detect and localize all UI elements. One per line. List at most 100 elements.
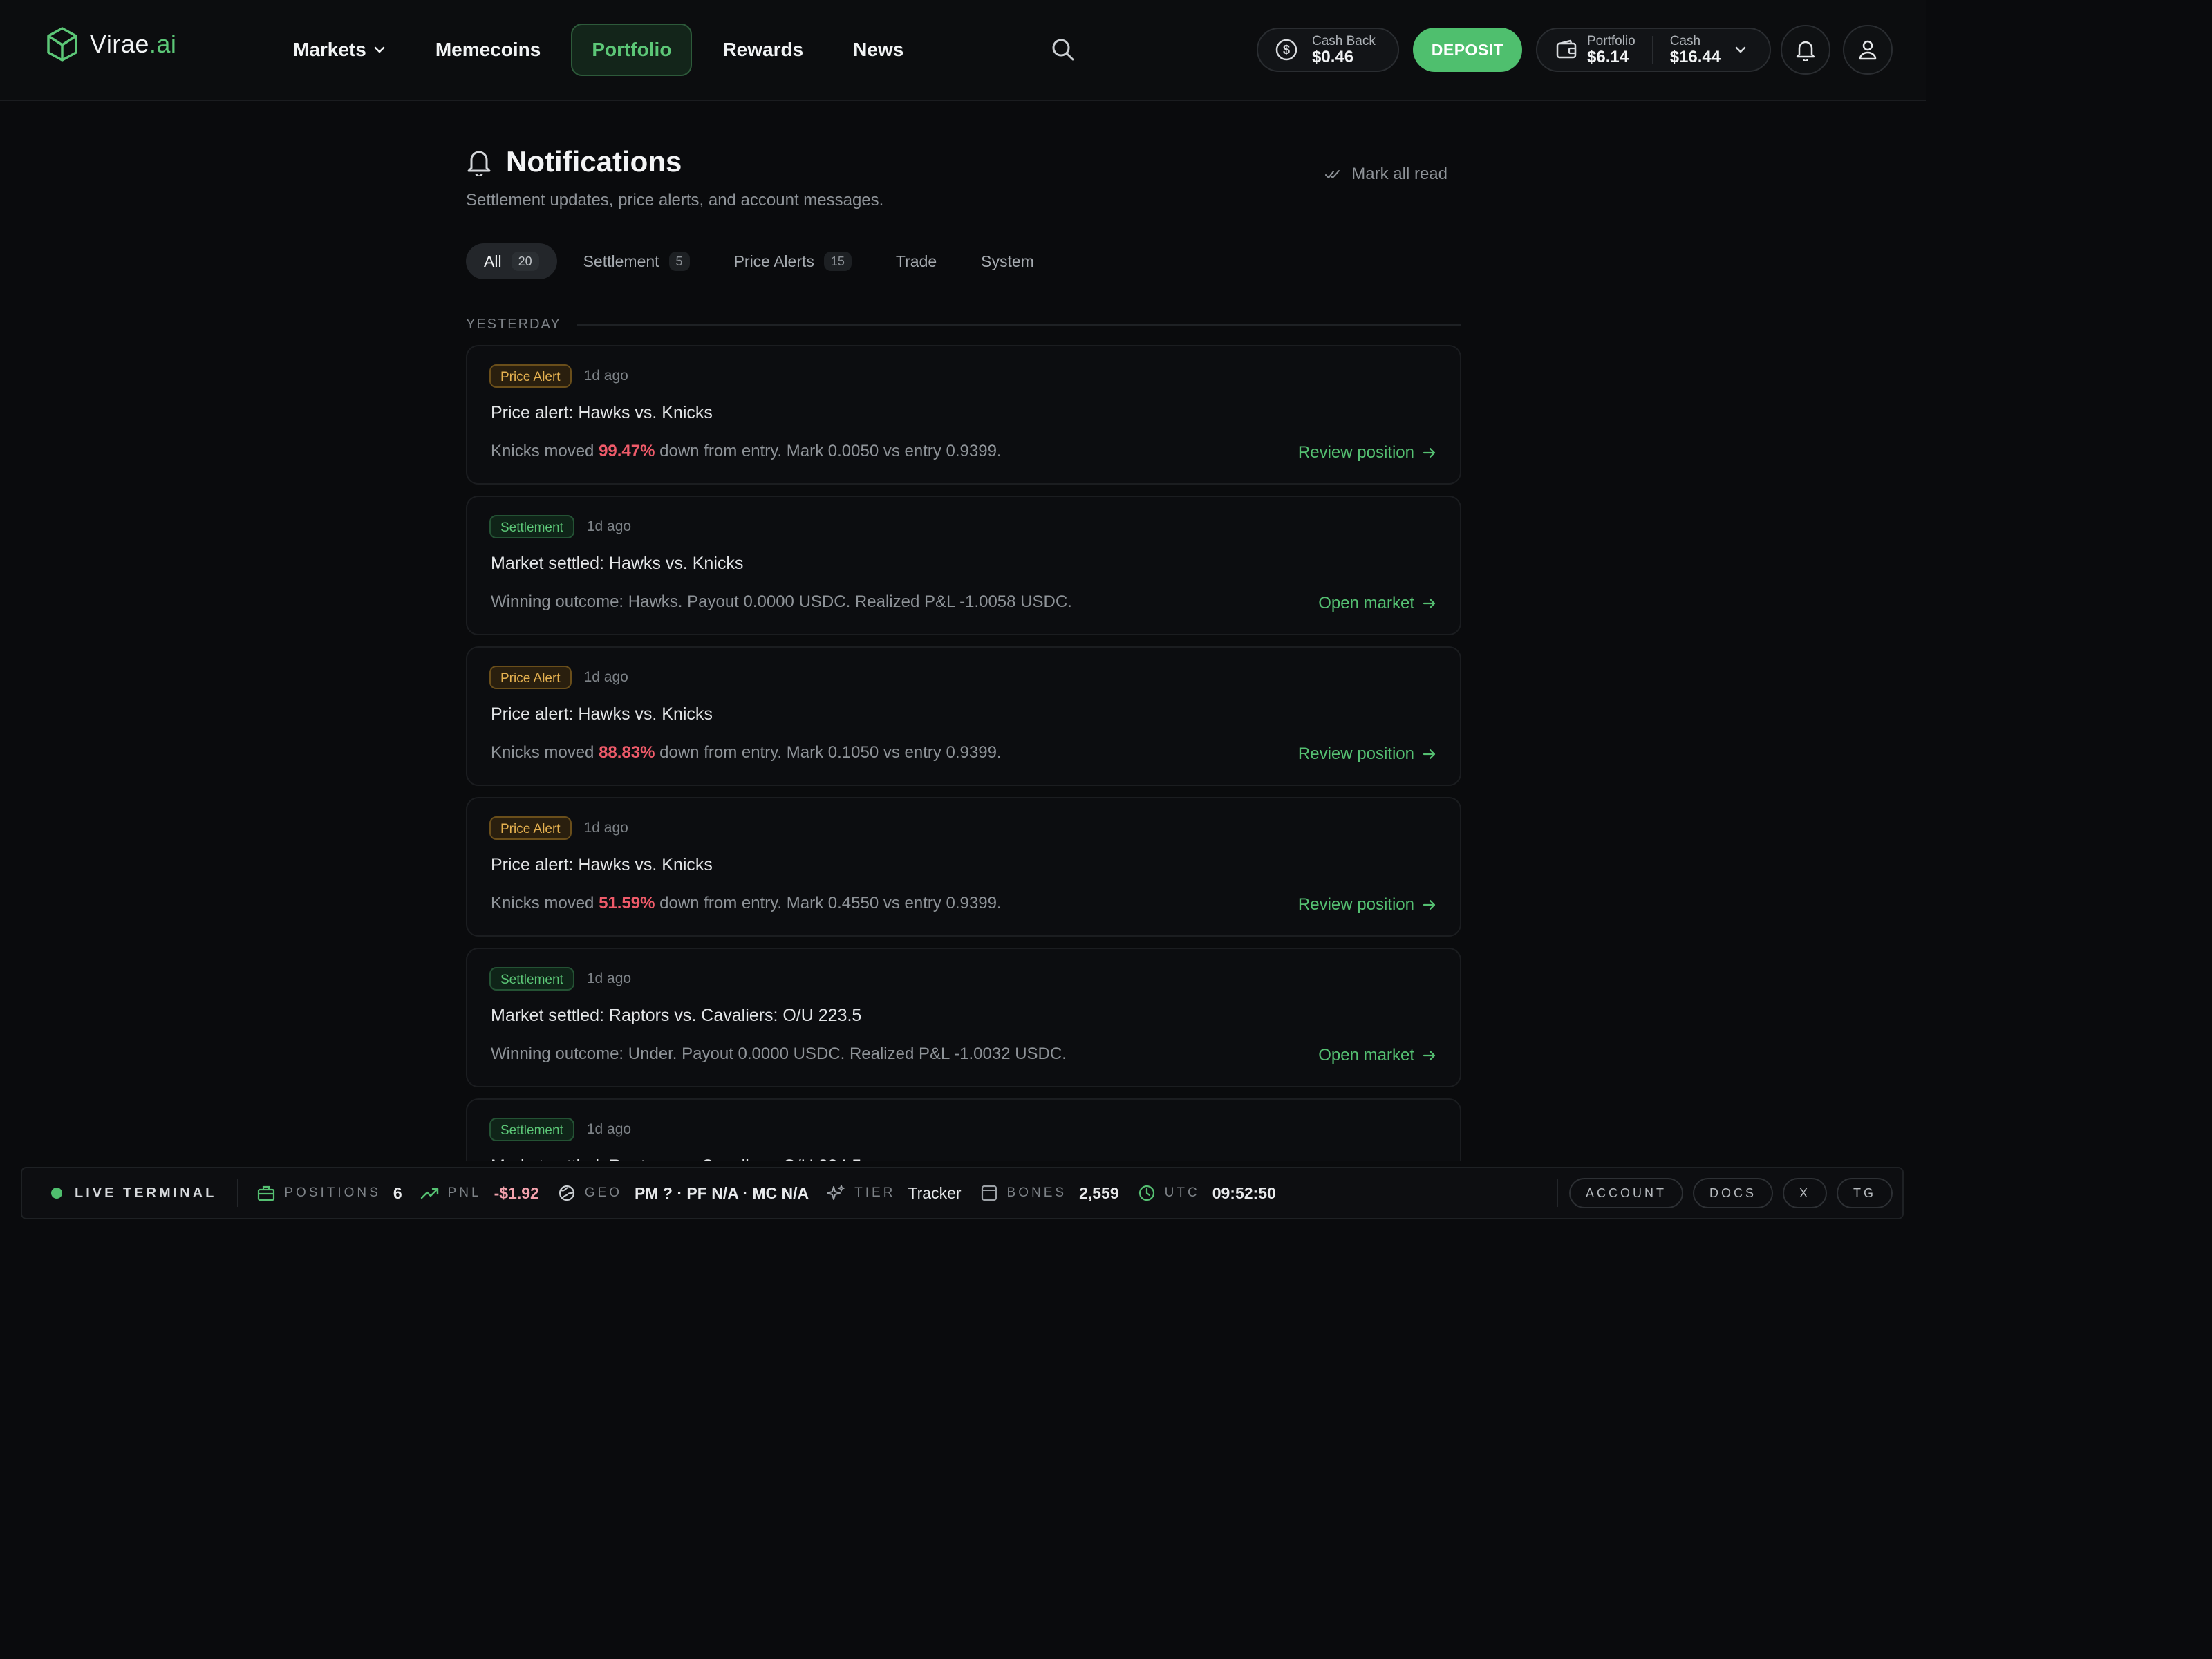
notification-card[interactable]: Price Alert 1d ago Price alert: Hawks vs. … [466, 797, 1461, 937]
account-link-button[interactable]: ACCOUNT [1568, 1178, 1683, 1208]
wallet-icon [1556, 39, 1577, 59]
globe-icon [559, 1185, 574, 1201]
notification-card[interactable]: Settlement 1d ago Market settled: Raptors … [466, 948, 1461, 1087]
sparkles-icon [827, 1185, 845, 1200]
notification-card[interactable]: Price Alert 1d ago Price alert: Hawks vs. … [466, 345, 1461, 485]
notification-title: Market settled: Raptors vs. Cavaliers: O… [491, 1156, 861, 1161]
nav-markets-label: Markets [293, 39, 366, 60]
cash-label: Cash [1669, 33, 1701, 48]
deposit-button[interactable]: DEPOSIT [1413, 28, 1522, 72]
price-alert-badge: Price Alert [489, 816, 572, 840]
price-alert-badge: Price Alert [489, 666, 572, 689]
settlement-badge: Settlement [489, 515, 574, 538]
arrow-right-icon [1423, 749, 1436, 760]
filter-tab-settlement[interactable]: Settlement 5 [565, 243, 708, 279]
review-position-link[interactable]: Review position [1298, 744, 1436, 764]
status-pnl[interactable]: PNL -$1.92 [420, 1184, 539, 1203]
pnl-value: -$1.92 [494, 1183, 539, 1202]
open-market-link[interactable]: Open market [1318, 594, 1436, 613]
notification-meta: Settlement 1d ago [489, 1118, 631, 1141]
notification-body: Knicks moved 99.47% down from entry. Mar… [491, 442, 1002, 461]
status-geo[interactable]: GEO PM ? · PF N/A · MC N/A [557, 1184, 809, 1203]
body-text: down from entry. Mark 0.4550 vs entry 0.… [655, 894, 1002, 912]
main-nav: Markets Memecoins Portfolio Rewards News [274, 24, 934, 76]
body-text: down from entry. Mark 0.0050 vs entry 0.… [655, 442, 1002, 460]
review-position-link[interactable]: Review position [1298, 895, 1436, 915]
status-bones[interactable]: BONES 2,559 [980, 1184, 1119, 1203]
status-divider [237, 1179, 239, 1207]
notification-time: 1d ago [583, 669, 628, 685]
account-button[interactable] [1843, 25, 1893, 75]
percent-change: 51.59% [599, 894, 655, 912]
top-navigation: Virae.ai Markets Memecoins Portfolio Rew… [0, 0, 1926, 101]
page-header: Notifications Settlement updates, price … [466, 145, 1461, 214]
notification-card[interactable]: Settlement 1d ago Market settled: Raptors … [466, 1098, 1461, 1161]
notification-time: 1d ago [586, 518, 632, 534]
action-label: Open market [1318, 594, 1414, 612]
mark-all-read-button[interactable]: Mark all read [1325, 165, 1447, 184]
wallet-balance-pill[interactable]: Portfolio $6.14 Cash $16.44 [1536, 28, 1771, 72]
settlement-badge: Settlement [489, 967, 574, 991]
live-dot-icon [51, 1188, 62, 1199]
arrow-right-icon [1423, 1050, 1436, 1061]
wallet-divider [1651, 36, 1653, 64]
filter-label: System [981, 252, 1034, 270]
filter-tab-trade[interactable]: Trade [878, 243, 955, 279]
status-tier[interactable]: TIER Tracker [827, 1183, 962, 1203]
arrow-right-icon [1423, 899, 1436, 910]
action-label: Open market [1318, 1046, 1414, 1065]
cashback-pill[interactable]: $ Cash Back $0.46 [1257, 28, 1399, 72]
brand-name: Virae.ai [90, 30, 177, 58]
briefcase-icon [258, 1185, 275, 1201]
user-icon [1859, 40, 1877, 60]
notification-title: Price alert: Hawks vs. Knicks [491, 704, 713, 724]
nav-memecoins[interactable]: Memecoins [416, 24, 561, 76]
notification-title: Price alert: Hawks vs. Knicks [491, 403, 713, 422]
notification-meta: Price Alert 1d ago [489, 816, 628, 840]
status-divider [1556, 1179, 1558, 1207]
live-terminal-label: LIVE TERMINAL [75, 1185, 217, 1201]
page-subtitle: Settlement updates, price alerts, and ac… [466, 191, 884, 209]
docs-link-button[interactable]: DOCS [1692, 1178, 1773, 1208]
percent-change: 99.47% [599, 442, 655, 460]
nav-portfolio[interactable]: Portfolio [571, 24, 693, 76]
notification-body: Knicks moved 88.83% down from entry. Mar… [491, 743, 1002, 762]
bell-icon [467, 151, 491, 176]
search-icon[interactable] [1049, 36, 1077, 64]
filter-tab-price-alerts[interactable]: Price Alerts 15 [716, 243, 870, 279]
notifications-button[interactable] [1781, 25, 1830, 75]
clock-icon [1138, 1185, 1154, 1201]
x-link-button[interactable]: X [1782, 1178, 1827, 1208]
tier-value: Tracker [908, 1183, 962, 1202]
nav-news[interactable]: News [834, 24, 923, 76]
positions-value: 6 [393, 1183, 402, 1202]
nav-rewards[interactable]: Rewards [703, 24, 823, 76]
portfolio-label: Portfolio [1587, 33, 1635, 48]
action-label: Review position [1297, 744, 1414, 763]
review-position-link[interactable]: Review position [1298, 443, 1436, 462]
brand-logo[interactable]: Virae.ai [46, 25, 176, 64]
geo-label: GEO [584, 1185, 623, 1200]
filter-tabs: All 20 Settlement 5 Price Alerts 15 Trad… [466, 243, 1461, 279]
filter-label: All [484, 252, 502, 270]
notification-meta: Settlement 1d ago [489, 967, 631, 991]
status-positions[interactable]: POSITIONS 6 [256, 1184, 402, 1203]
pnl-label: PNL [447, 1185, 482, 1200]
notification-card[interactable]: Price Alert 1d ago Price alert: Hawks vs. … [466, 646, 1461, 786]
filter-tab-all[interactable]: All 20 [466, 243, 557, 279]
notification-meta: Price Alert 1d ago [489, 364, 628, 388]
trending-up-icon [420, 1188, 438, 1199]
body-text: Winning outcome: Hawks. Payout 0.0000 US… [491, 592, 1072, 611]
notification-body: Knicks moved 51.59% down from entry. Mar… [491, 894, 1002, 913]
telegram-link-button[interactable]: TG [1837, 1178, 1893, 1208]
geo-value: PM ? · PF N/A · MC N/A [635, 1183, 809, 1202]
filter-tab-system[interactable]: System [963, 243, 1052, 279]
status-links: ACCOUNT DOCS X TG [1556, 1178, 1902, 1208]
open-market-link[interactable]: Open market [1318, 1046, 1436, 1065]
nav-markets[interactable]: Markets [274, 24, 405, 76]
body-text: Winning outcome: Under. Payout 0.0000 US… [491, 1044, 1067, 1063]
portfolio-value: $6.14 [1587, 47, 1629, 66]
notification-card[interactable]: Settlement 1d ago Market settled: Hawks vs… [466, 496, 1461, 635]
notification-body: Winning outcome: Under. Payout 0.0000 US… [491, 1044, 1067, 1064]
arrow-right-icon [1423, 598, 1436, 609]
